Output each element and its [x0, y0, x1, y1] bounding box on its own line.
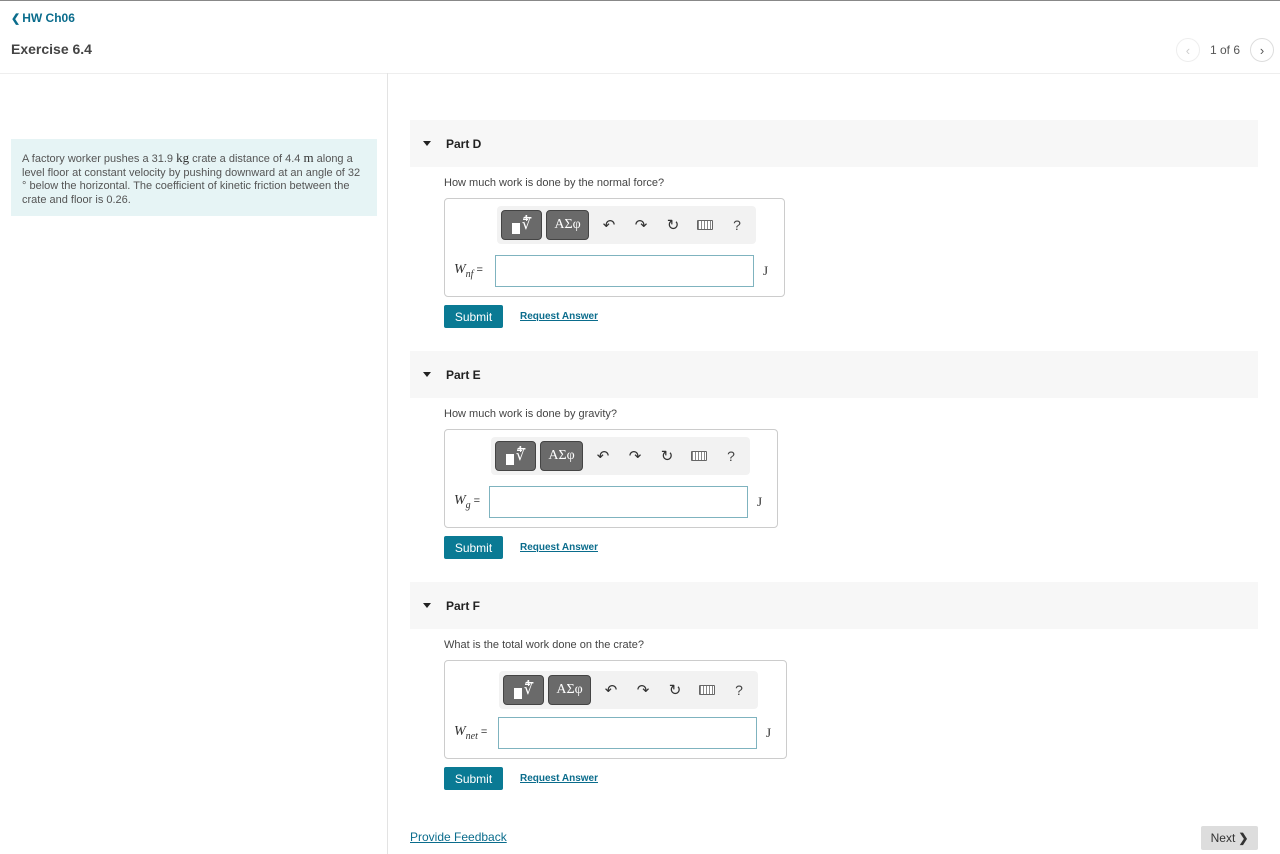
unit-label: J	[766, 725, 772, 740]
part-title: Part D	[446, 136, 482, 151]
chevron-right-icon: ❯	[1238, 831, 1249, 845]
part-title: Part E	[446, 367, 481, 382]
exercise-title: Exercise 6.4	[11, 41, 92, 57]
keyboard-icon[interactable]	[691, 675, 723, 705]
back-to-assignment-link[interactable]: ❮ HW Ch06	[11, 11, 75, 25]
math-toolbar: ∜̅ ΑΣφ ↶ ↷ ↻ ?	[491, 437, 750, 475]
symbols-button[interactable]: ΑΣφ	[546, 210, 589, 240]
problem-statement: A factory worker pushes a 31.9 kg crate …	[11, 139, 377, 216]
templates-button[interactable]: ∜̅	[495, 441, 536, 471]
var-subscript: g	[465, 499, 471, 511]
chevron-left-icon: ❮	[11, 12, 21, 25]
part-d-question: How much work is done by the normal forc…	[444, 177, 665, 189]
root-icon: ∜̅	[521, 216, 532, 233]
work-net-input[interactable]	[498, 717, 757, 749]
part-e-answer-box: ∜̅ ΑΣφ ↶ ↷ ↻ ? Wg = J	[444, 429, 778, 528]
undo-icon[interactable]: ↶	[595, 675, 627, 705]
part-e-submit-button[interactable]: Submit	[444, 536, 503, 559]
unit-label: J	[757, 494, 763, 509]
pager: ‹ 1 of 6 ›	[1175, 38, 1274, 62]
part-f-question: What is the total work done on the crate…	[444, 639, 644, 651]
previous-page-button[interactable]: ‹	[1175, 38, 1200, 62]
block-icon	[505, 453, 514, 465]
redo-icon[interactable]: ↷	[627, 675, 659, 705]
reset-icon[interactable]: ↻	[659, 675, 691, 705]
math-toolbar: ∜̅ ΑΣφ ↶ ↷ ↻ ?	[497, 206, 756, 244]
reset-icon[interactable]: ↻	[651, 441, 683, 471]
keyboard-icon[interactable]	[683, 441, 715, 471]
work-normal-force-input[interactable]	[495, 255, 754, 287]
part-d-answer-box: ∜̅ ΑΣφ ↶ ↷ ↻ ? Wnf = J	[444, 198, 785, 297]
part-e-request-answer-link[interactable]: Request Answer	[520, 542, 598, 553]
back-link-label: HW Ch06	[22, 11, 75, 25]
unit-label: J	[763, 263, 769, 278]
help-icon[interactable]: ?	[723, 675, 755, 705]
templates-button[interactable]: ∜̅	[501, 210, 542, 240]
var-subscript: net	[465, 730, 478, 742]
variable-label: Wg =	[454, 493, 481, 511]
problem-text: crate a distance of 4.4	[189, 153, 304, 165]
block-icon	[511, 222, 520, 234]
block-icon	[513, 687, 522, 699]
redo-icon[interactable]: ↷	[619, 441, 651, 471]
chevron-right-icon: ›	[1259, 42, 1265, 58]
next-button[interactable]: Next ❯	[1201, 826, 1258, 850]
problem-text: A factory worker pushes a 31.9	[22, 153, 177, 165]
next-label: Next	[1210, 831, 1236, 845]
column-divider	[387, 73, 388, 854]
provide-feedback-link[interactable]: Provide Feedback	[410, 830, 507, 844]
part-f-submit-button[interactable]: Submit	[444, 767, 503, 790]
collapse-triangle-icon	[423, 372, 431, 377]
page-indicator: 1 of 6	[1209, 43, 1240, 57]
var-subscript: nf	[465, 268, 474, 280]
help-icon[interactable]: ?	[721, 210, 753, 240]
work-gravity-input[interactable]	[489, 486, 748, 518]
reset-icon[interactable]: ↻	[657, 210, 689, 240]
unit-m: m	[303, 150, 314, 165]
part-title: Part F	[446, 598, 481, 613]
help-icon[interactable]: ?	[715, 441, 747, 471]
chevron-left-icon: ‹	[1185, 42, 1191, 58]
part-f-request-answer-link[interactable]: Request Answer	[520, 773, 598, 784]
var-symbol: W	[454, 262, 466, 277]
part-e-question: How much work is done by gravity?	[444, 408, 618, 420]
header-divider	[0, 73, 1280, 74]
undo-icon[interactable]: ↶	[593, 210, 625, 240]
root-icon: ∜̅	[515, 447, 526, 464]
part-d-submit-button[interactable]: Submit	[444, 305, 503, 328]
collapse-triangle-icon	[423, 603, 431, 608]
part-d-request-answer-link[interactable]: Request Answer	[520, 311, 598, 322]
redo-icon[interactable]: ↷	[625, 210, 657, 240]
part-d-header[interactable]: Part D	[410, 120, 1258, 167]
symbols-button[interactable]: ΑΣφ	[548, 675, 591, 705]
templates-button[interactable]: ∜̅	[503, 675, 544, 705]
part-f-answer-box: ∜̅ ΑΣφ ↶ ↷ ↻ ? Wnet = J	[444, 660, 787, 759]
undo-icon[interactable]: ↶	[587, 441, 619, 471]
math-toolbar: ∜̅ ΑΣφ ↶ ↷ ↻ ?	[499, 671, 758, 709]
root-icon: ∜̅	[523, 681, 534, 698]
var-symbol: W	[454, 493, 466, 508]
part-f-header[interactable]: Part F	[410, 582, 1258, 629]
symbols-button[interactable]: ΑΣφ	[540, 441, 583, 471]
top-border	[0, 0, 1280, 1]
next-page-button[interactable]: ›	[1250, 38, 1274, 62]
var-symbol: W	[454, 724, 466, 739]
unit-kg: kg	[176, 150, 190, 165]
collapse-triangle-icon	[423, 141, 431, 146]
keyboard-icon[interactable]	[689, 210, 721, 240]
part-e-header[interactable]: Part E	[410, 351, 1258, 398]
variable-label: Wnf =	[454, 262, 483, 280]
variable-label: Wnet =	[454, 724, 488, 742]
